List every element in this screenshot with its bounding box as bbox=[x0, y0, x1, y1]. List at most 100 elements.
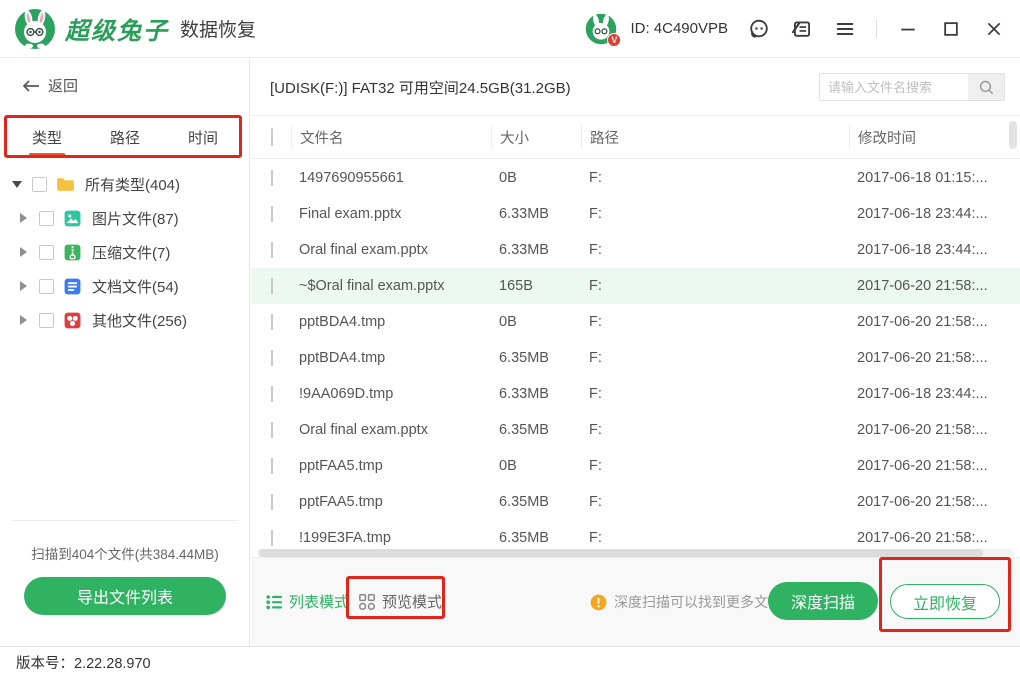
table-row[interactable]: !9AA069D.tmp 6.33MB F: 2017-06-18 23:44:… bbox=[251, 376, 1020, 412]
row-checkbox[interactable] bbox=[271, 242, 273, 258]
tab-path[interactable]: 路径 bbox=[108, 117, 142, 158]
row-checkbox-cell bbox=[251, 350, 291, 366]
footer-bar: 列表模式 预览模式 深度扫描可以找到更多文件 深度扫描 bbox=[251, 557, 1020, 646]
tree-item-archives[interactable]: 压缩文件(7) bbox=[0, 235, 250, 269]
table-row[interactable]: Oral final exam.pptx 6.35MB F: 2017-06-2… bbox=[251, 412, 1020, 448]
caret-down-icon[interactable] bbox=[12, 181, 22, 188]
cell-name: 1497690955661 bbox=[291, 170, 491, 186]
row-checkbox-cell bbox=[251, 206, 291, 222]
row-checkbox[interactable] bbox=[271, 170, 273, 186]
row-checkbox[interactable] bbox=[271, 350, 273, 366]
search-button[interactable] bbox=[968, 74, 1004, 100]
caret-right-icon[interactable] bbox=[20, 213, 27, 223]
brand-name: 超级兔子 bbox=[65, 11, 169, 46]
row-checkbox-cell bbox=[251, 386, 291, 402]
table-body: 1497690955661 0B F: 2017-06-18 01:15:...… bbox=[251, 160, 1020, 549]
cell-name: !9AA069D.tmp bbox=[291, 386, 491, 402]
maximize-button[interactable] bbox=[939, 17, 963, 41]
cell-modified: 2017-06-20 21:58:... bbox=[849, 458, 1020, 474]
table-row[interactable]: pptBDA4.tmp 6.35MB F: 2017-06-20 21:58:.… bbox=[251, 340, 1020, 376]
column-header-path[interactable]: 路径 bbox=[581, 125, 849, 149]
row-checkbox-cell bbox=[251, 494, 291, 510]
cell-size: 6.35MB bbox=[491, 350, 581, 366]
row-checkbox[interactable] bbox=[271, 494, 273, 510]
horizontal-scrollbar-thumb[interactable] bbox=[259, 549, 983, 557]
sidebar: 返回 类型 路径 时间 所有类型(404) bbox=[0, 59, 250, 646]
table-row[interactable]: Oral final exam.pptx 6.33MB F: 2017-06-1… bbox=[251, 232, 1020, 268]
tree-item-images[interactable]: 图片文件(87) bbox=[0, 201, 250, 235]
app-logo-icon bbox=[14, 8, 56, 50]
cell-path: F: bbox=[581, 494, 849, 510]
horizontal-scrollbar[interactable] bbox=[257, 549, 1014, 557]
table-row[interactable]: pptFAA5.tmp 0B F: 2017-06-20 21:58:... bbox=[251, 448, 1020, 484]
checkbox[interactable] bbox=[39, 279, 54, 294]
checkbox[interactable] bbox=[39, 313, 54, 328]
row-checkbox[interactable] bbox=[271, 386, 273, 402]
tree-item-documents[interactable]: 文档文件(54) bbox=[0, 269, 250, 303]
search-input[interactable] bbox=[820, 74, 968, 100]
cell-modified: 2017-06-20 21:58:... bbox=[849, 422, 1020, 438]
caret-right-icon[interactable] bbox=[20, 281, 27, 291]
caret-right-icon[interactable] bbox=[20, 315, 27, 325]
row-checkbox[interactable] bbox=[271, 422, 273, 438]
brand: 超级兔子 数据恢复 bbox=[14, 8, 256, 50]
folder-icon bbox=[56, 175, 75, 194]
preview-mode-button[interactable]: 预览模式 bbox=[358, 591, 442, 612]
vertical-scrollbar-thumb[interactable] bbox=[1009, 121, 1017, 149]
column-header-size[interactable]: 大小 bbox=[491, 125, 581, 149]
cell-name: Oral final exam.pptx bbox=[291, 422, 491, 438]
list-mode-button[interactable]: 列表模式 bbox=[265, 591, 349, 612]
table-row[interactable]: !199E3FA.tmp 6.35MB F: 2017-06-20 21:58:… bbox=[251, 520, 1020, 549]
row-checkbox-cell bbox=[251, 278, 291, 294]
tab-type[interactable]: 类型 bbox=[30, 117, 64, 158]
list-mode-label: 列表模式 bbox=[289, 591, 349, 612]
table-row[interactable]: ~$Oral final exam.pptx 165B F: 2017-06-2… bbox=[251, 268, 1020, 304]
row-checkbox[interactable] bbox=[271, 530, 273, 546]
row-checkbox[interactable] bbox=[271, 314, 273, 330]
search-box bbox=[819, 73, 1005, 101]
cell-modified: 2017-06-20 21:58:... bbox=[849, 530, 1020, 546]
checkbox[interactable] bbox=[39, 211, 54, 226]
row-checkbox[interactable] bbox=[271, 458, 273, 474]
back-label: 返回 bbox=[48, 75, 78, 96]
export-file-list-button[interactable]: 导出文件列表 bbox=[24, 577, 226, 615]
checkbox[interactable] bbox=[39, 245, 54, 260]
row-checkbox[interactable] bbox=[271, 206, 273, 222]
deep-scan-button[interactable]: 深度扫描 bbox=[768, 582, 878, 620]
user-id: ID: 4C490VPB bbox=[630, 20, 728, 37]
select-all-checkbox[interactable] bbox=[271, 128, 273, 146]
table-row[interactable]: pptFAA5.tmp 6.35MB F: 2017-06-20 21:58:.… bbox=[251, 484, 1020, 520]
tree-item-label: 所有类型(404) bbox=[85, 174, 180, 195]
table-row[interactable]: 1497690955661 0B F: 2017-06-18 01:15:... bbox=[251, 160, 1020, 196]
tree-item-all-types[interactable]: 所有类型(404) bbox=[0, 167, 250, 201]
tab-time[interactable]: 时间 bbox=[186, 117, 220, 158]
cell-modified: 2017-06-18 23:44:... bbox=[849, 206, 1020, 222]
cell-size: 0B bbox=[491, 314, 581, 330]
table-row[interactable]: Final exam.pptx 6.33MB F: 2017-06-18 23:… bbox=[251, 196, 1020, 232]
user-avatar[interactable]: V bbox=[585, 13, 617, 45]
cell-size: 6.35MB bbox=[491, 422, 581, 438]
close-button[interactable] bbox=[982, 17, 1006, 41]
customer-service-icon[interactable] bbox=[747, 17, 771, 41]
tree-item-others[interactable]: 其他文件(256) bbox=[0, 303, 250, 337]
menu-icon[interactable] bbox=[833, 17, 857, 41]
caret-right-icon[interactable] bbox=[20, 247, 27, 257]
app-window: 超级兔子 数据恢复 V ID: 4C490VPB bbox=[0, 0, 1020, 680]
table-row[interactable]: pptBDA4.tmp 0B F: 2017-06-20 21:58:... bbox=[251, 304, 1020, 340]
column-header-modified[interactable]: 修改时间 bbox=[849, 125, 1020, 149]
cell-size: 6.35MB bbox=[491, 530, 581, 546]
minimize-button[interactable] bbox=[896, 17, 920, 41]
document-file-icon bbox=[63, 277, 82, 296]
column-header-name[interactable]: 文件名 bbox=[291, 125, 491, 149]
cell-name: Oral final exam.pptx bbox=[291, 242, 491, 258]
feedback-icon[interactable] bbox=[790, 17, 814, 41]
checkbox[interactable] bbox=[32, 177, 47, 192]
back-button[interactable]: 返回 bbox=[22, 75, 78, 96]
cell-path: F: bbox=[581, 530, 849, 546]
cell-path: F: bbox=[581, 458, 849, 474]
recover-now-button[interactable]: 立即恢复 bbox=[890, 584, 1000, 619]
drive-info: [UDISK(F:)] FAT32 可用空间24.5GB(31.2GB) bbox=[270, 77, 571, 98]
archive-file-icon bbox=[63, 243, 82, 262]
cell-path: F: bbox=[581, 278, 849, 294]
row-checkbox[interactable] bbox=[271, 278, 273, 294]
